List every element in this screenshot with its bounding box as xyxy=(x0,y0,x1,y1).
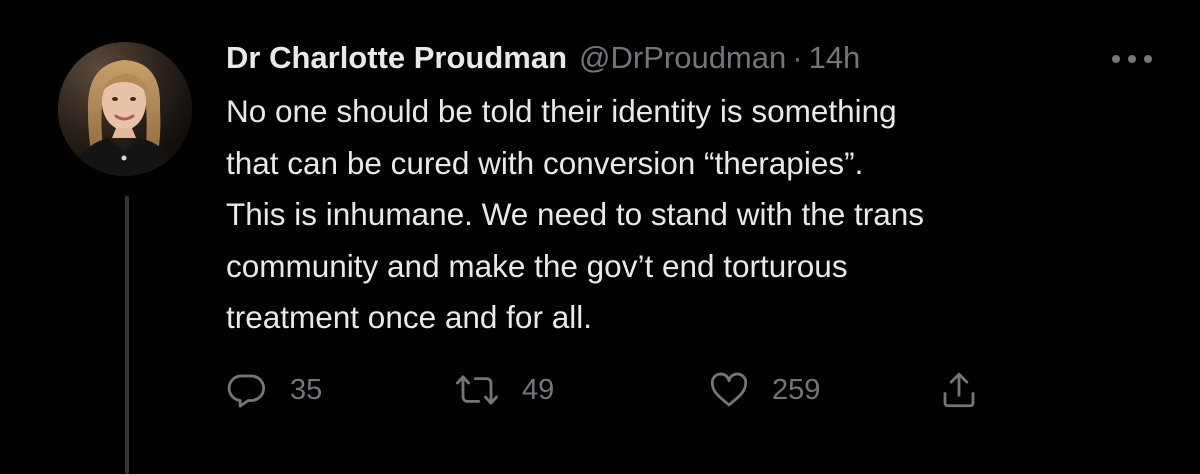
tweet[interactable]: Dr Charlotte Proudman @DrProudman · 14h … xyxy=(0,0,1200,474)
share-icon xyxy=(943,372,975,408)
reply-icon xyxy=(227,374,266,408)
share-button[interactable] xyxy=(938,365,980,415)
like-count: 259 xyxy=(772,373,821,406)
tweet-text-line: treatment once and for all. xyxy=(226,299,592,335)
more-dot xyxy=(1144,55,1152,63)
tweet-text-line: This is inhumane. We need to stand with … xyxy=(226,196,925,232)
more-dot xyxy=(1112,55,1120,63)
heart-icon xyxy=(710,372,748,407)
avatar-photo xyxy=(58,42,192,176)
tweet-text-line: community and make the gov’t end torturo… xyxy=(226,247,848,284)
like-button[interactable]: 259 xyxy=(708,365,820,415)
thread-connector-line xyxy=(125,196,129,474)
tweet-timestamp[interactable]: 14h xyxy=(809,40,861,76)
tweet-text-line: No one should be told their identity is … xyxy=(226,93,897,129)
more-options-icon[interactable] xyxy=(1112,52,1152,66)
reply-button[interactable]: 35 xyxy=(226,365,322,415)
tweet-header: Dr Charlotte Proudman @DrProudman · 14h xyxy=(226,36,860,80)
tweet-action-bar: 35 49 259 xyxy=(226,365,1026,415)
avatar[interactable] xyxy=(58,42,192,176)
retweet-count: 49 xyxy=(522,373,555,406)
author-handle[interactable]: @DrProudman xyxy=(579,40,786,76)
retweet-button[interactable]: 49 xyxy=(454,365,554,415)
retweet-icon xyxy=(456,375,498,405)
author-display-name[interactable]: Dr Charlotte Proudman xyxy=(226,40,567,76)
more-dot xyxy=(1128,55,1136,63)
reply-count: 35 xyxy=(290,373,323,406)
tweet-text: No one should be told their identity is … xyxy=(226,86,1126,344)
separator-dot: · xyxy=(792,40,803,75)
tweet-text-line: that can be cured with conversion “thera… xyxy=(226,144,864,181)
